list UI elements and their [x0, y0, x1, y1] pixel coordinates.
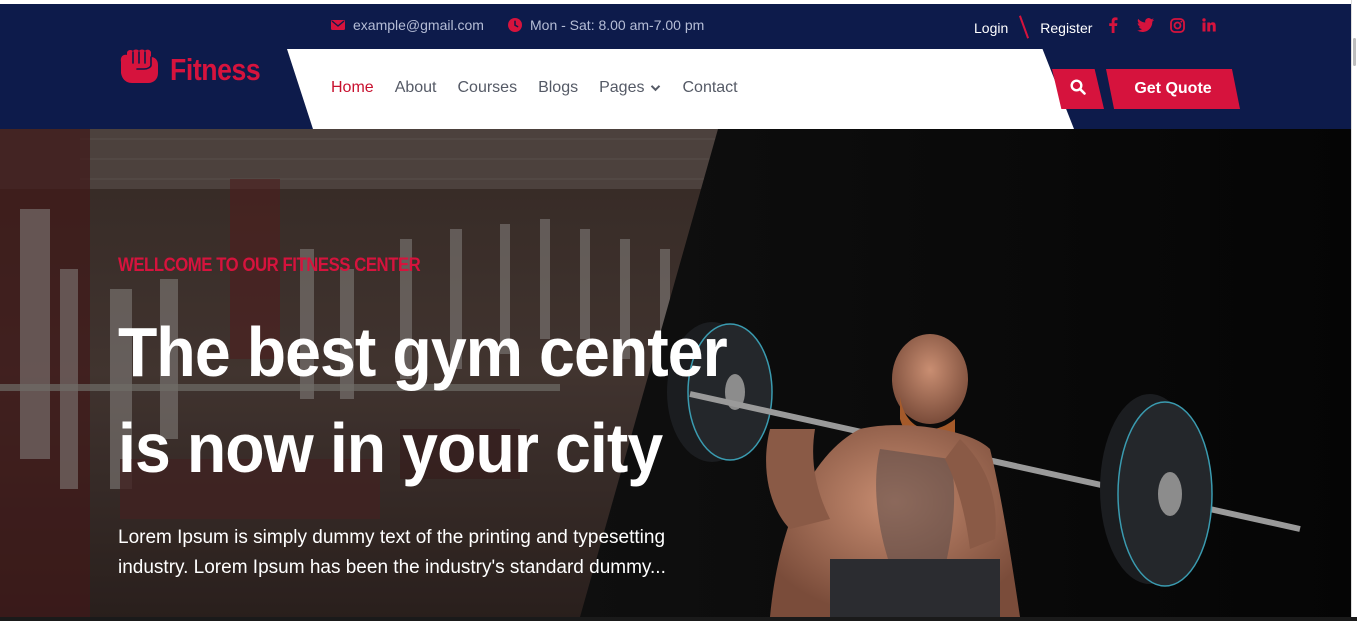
- login-link[interactable]: Login: [974, 20, 1008, 36]
- social-links: [1104, 16, 1218, 34]
- scrollbar-thumb[interactable]: [1353, 38, 1356, 66]
- hero-description-line2: industry. Lorem Ipsum has been the indus…: [118, 557, 666, 578]
- hero-headline-line2: is now in your city: [118, 409, 663, 487]
- hours-text: Mon - Sat: 8.00 am-7.00 pm: [530, 17, 705, 33]
- register-link[interactable]: Register: [1040, 20, 1092, 36]
- hero-headline-line1: The best gym center: [118, 313, 728, 391]
- hero-headline: The best gym center is now in your city: [118, 304, 728, 496]
- main-nav: Home About Courses Blogs Pages Contact: [331, 79, 738, 97]
- nav-contact[interactable]: Contact: [682, 79, 737, 97]
- brand-name: Fitness: [170, 51, 261, 87]
- topbar-hours: Mon - Sat: 8.00 am-7.00 pm: [508, 17, 704, 33]
- hero-description-line1: Lorem Ipsum is simply dummy text of the …: [118, 527, 666, 548]
- nav-about[interactable]: About: [395, 79, 437, 97]
- facebook-icon[interactable]: [1104, 16, 1122, 34]
- page: example@gmail.com Mon - Sat: 8.00 am-7.0…: [0, 4, 1351, 617]
- get-quote-button[interactable]: Get Quote: [1106, 69, 1240, 109]
- envelope-icon: [331, 19, 345, 31]
- instagram-icon[interactable]: [1168, 16, 1186, 34]
- search-icon: [1070, 78, 1086, 100]
- nav-pages[interactable]: Pages: [599, 79, 661, 97]
- nav-courses[interactable]: Courses: [458, 79, 518, 97]
- hero-eyebrow: WELLCOME TO OUR FITNESS CENTER: [118, 255, 421, 276]
- brand-logo[interactable]: Fitness: [118, 49, 275, 90]
- linkedin-icon[interactable]: [1200, 16, 1218, 34]
- auth-divider: [1018, 17, 1030, 39]
- auth-links: Login Register: [974, 17, 1092, 39]
- email-text: example@gmail.com: [353, 17, 484, 33]
- twitter-icon[interactable]: [1136, 16, 1154, 34]
- fist-icon: [118, 49, 160, 90]
- clock-icon: [508, 18, 522, 32]
- nav-pages-label: Pages: [599, 79, 645, 96]
- chevron-down-icon: [650, 79, 661, 97]
- hero-banner: WELLCOME TO OUR FITNESS CENTER The best …: [0, 129, 1351, 617]
- scrollbar[interactable]: [1351, 0, 1357, 621]
- topbar-email[interactable]: example@gmail.com: [331, 17, 484, 33]
- nav-home[interactable]: Home: [331, 79, 374, 97]
- nav-blogs[interactable]: Blogs: [538, 79, 578, 97]
- bottom-edge: [0, 617, 1357, 621]
- hero-description: Lorem Ipsum is simply dummy text of the …: [118, 523, 718, 583]
- site-header: example@gmail.com Mon - Sat: 8.00 am-7.0…: [0, 4, 1351, 129]
